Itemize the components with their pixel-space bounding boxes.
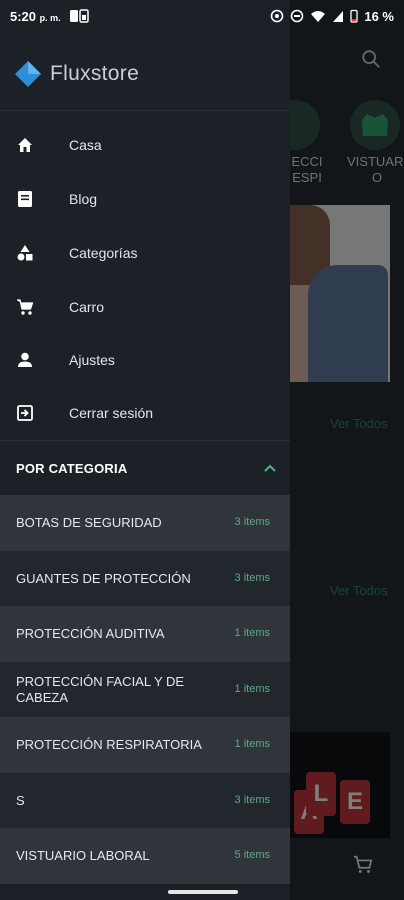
divider [0,110,290,111]
dnd-icon [291,9,304,23]
menu-label: Categorías [69,245,138,261]
menu-label: Ajustes [69,352,115,368]
wifi-icon [311,11,326,22]
battery-icon [350,9,359,23]
category-name: PROTECCIÓN RESPIRATORIA [16,737,202,752]
sim-icon [69,10,78,22]
person-icon [18,352,32,367]
category-count: 3 items [234,793,270,806]
status-time: 5:20 p. m. [10,8,61,24]
category-name: PROTECCIÓN AUDITIVA [16,626,165,641]
chevron-up-icon [264,464,276,472]
brand-logo[interactable]: Fluxstore [14,60,139,88]
signal-icon [333,11,344,22]
category-row[interactable]: PROTECCIÓN AUDITIVA 1 items [0,606,290,662]
logout-icon [17,405,33,421]
category-name: BOTAS DE SEGURIDAD [16,515,162,530]
category-row[interactable]: PROTECCIÓN FACIAL Y DE CABEZA 1 items [0,661,290,717]
cart-icon [17,299,34,315]
category-row[interactable]: S 3 items [0,772,290,828]
menu-item-categorias[interactable]: Categorías [0,226,290,280]
category-count: 1 items [234,682,270,695]
battery-saver-icon [78,9,89,23]
category-row[interactable]: BOTAS DE SEGURIDAD 3 items [0,495,290,551]
category-count: 3 items [234,571,270,584]
category-name: PROTECCIÓN FACIAL Y DE CABEZA [16,673,185,705]
menu-item-cerrar-sesion[interactable]: Cerrar sesión [0,386,290,440]
menu-label: Casa [69,137,102,153]
category-count: 3 items [234,516,270,528]
home-icon [18,138,32,152]
menu-item-blog[interactable]: Blog [0,172,290,226]
menu-item-carro[interactable]: Carro [0,280,290,334]
category-row[interactable]: PROTECCIÓN RESPIRATORIA 1 items [0,717,290,773]
status-bar: 5:20 p. m. 16 % [0,0,404,32]
battery-percent: 16 % [364,8,394,24]
categories-icon [17,245,33,261]
category-name: GUANTES DE PROTECCIÓN [16,570,191,586]
menu-item-casa[interactable]: Casa [0,118,290,172]
blog-icon [18,191,32,207]
category-count: 5 items [234,849,270,861]
category-count: 1 items [234,627,270,639]
category-section-title: POR CATEGORIA [16,461,128,476]
category-name: VISTUARIO LABORAL [16,848,150,863]
menu-item-ajustes[interactable]: Ajustes [0,333,290,387]
category-row[interactable]: VISTUARIO LABORAL 5 items [0,828,290,884]
eye-icon [271,9,284,23]
category-name: S [16,792,25,808]
category-row[interactable]: GUANTES DE PROTECCIÓN 3 items [0,550,290,606]
category-count: 1 items [234,738,270,750]
brand-name: Fluxstore [50,62,140,85]
gesture-home-indicator[interactable] [168,890,238,894]
category-section-toggle[interactable]: POR CATEGORIA [0,441,290,495]
menu-label: Blog [69,191,98,207]
menu-label: Cerrar sesión [69,405,154,421]
navigation-drawer: Fluxstore Casa Blog Categorías Carro Aju… [0,0,290,900]
menu-label: Carro [69,299,105,315]
fluxstore-logo-icon [15,61,41,87]
